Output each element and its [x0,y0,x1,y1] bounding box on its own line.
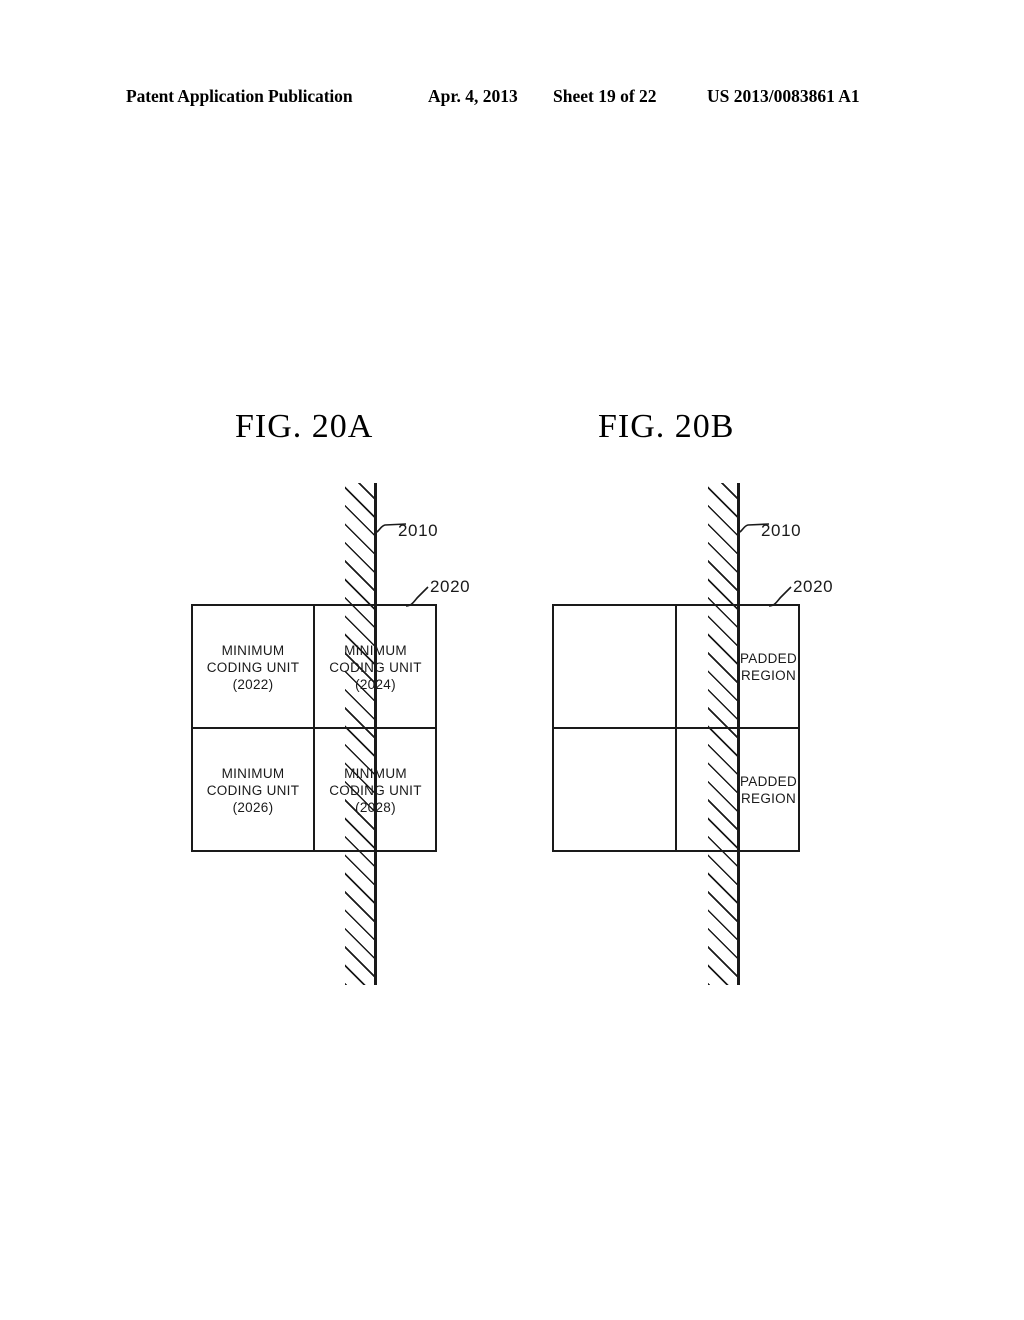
figure-20a-boundary-hatch [345,483,375,985]
figure-20b-boundary-line [737,483,740,985]
header-publication-label: Patent Application Publication [126,86,353,106]
cell-text-line2: CODING UNIT [206,659,300,675]
figure-20b-horizontal-divider [552,727,800,729]
cell-text-line2: REGION [740,668,797,683]
header-date-label: Apr. 4, 2013 [428,86,518,106]
figure-20b-boundary-hatch [708,483,738,985]
cell-text-line1: PADDED [739,774,798,789]
figure-20a-ref-2020: 2020 [430,577,471,596]
cell-text-line3: (2026) [232,799,274,815]
cell-text-line1: MINIMUM [221,765,285,781]
figure-20b-cell-padded-region-top: PADDED REGION [739,606,798,728]
figure-20b-title: FIG. 20B [598,408,735,445]
figure-20a-cell-2026: MINIMUM CODING UNIT (2026) [193,730,313,850]
figure-20a-title: FIG. 20A [235,408,374,445]
cell-text-line3: (2022) [232,676,274,692]
figure-20a-ref-2010: 2010 [398,521,439,540]
figure-20a-horizontal-divider [191,727,437,729]
figure-20b-ref-2010: 2010 [761,521,802,540]
cell-text-line2: CODING UNIT [206,782,300,798]
figure-20b-cell-padded-region-bottom: PADDED REGION [739,730,798,850]
page-header: Patent Application Publication Apr. 4, 2… [0,86,1024,114]
header-sheet-label: Sheet 19 of 22 [553,86,657,106]
figure-20b: PADDED REGION PADDED REGION 2010 2020 [0,0,1024,1320]
header-document-number: US 2013/0083861 A1 [707,86,860,106]
figure-20b-cell-empty-bottom-left [554,730,674,850]
figure-20a: MINIMUM CODING UNIT (2022) MINIMUM CODIN… [0,0,1024,1320]
figure-20a-cell-2022: MINIMUM CODING UNIT (2022) [193,606,313,728]
cell-text-line2: REGION [740,791,797,806]
cell-text-line1: MINIMUM [221,642,285,658]
figure-20a-boundary-line [374,483,377,985]
figure-20b-ref-2020: 2020 [793,577,834,596]
cell-text-line1: PADDED [739,651,798,666]
figure-20b-cell-empty-top-left [554,606,674,728]
